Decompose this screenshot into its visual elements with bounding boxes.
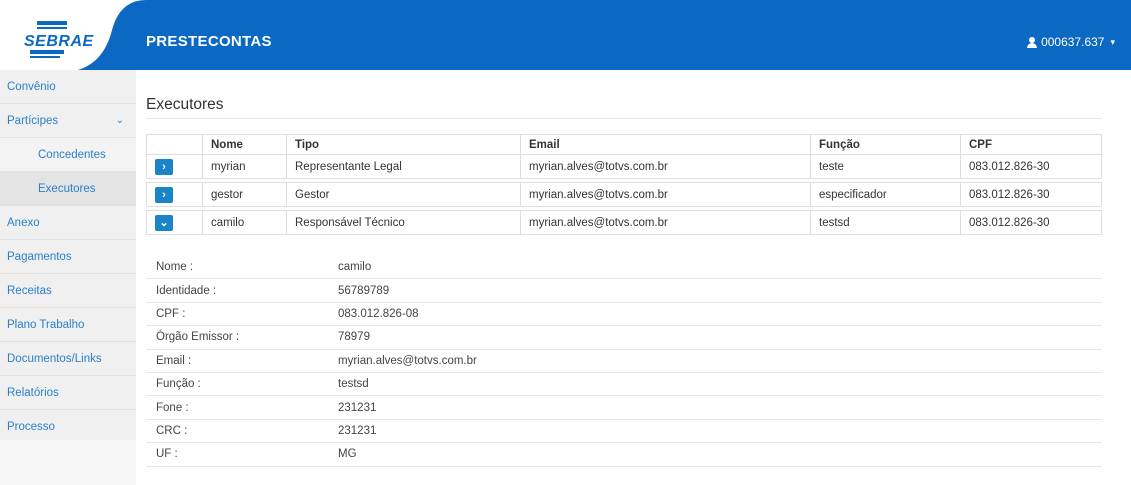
detail-label: UF : bbox=[156, 448, 178, 461]
cell-cpf: 083.012.826-30 bbox=[960, 154, 1102, 179]
sidebar-item-label: Anexo bbox=[7, 217, 40, 229]
top-navbar: SEBRAE PRESTECONTAS 000637.637 ▾ bbox=[0, 0, 1131, 70]
sidebar-item-convenio[interactable]: Convênio bbox=[0, 70, 136, 104]
user-menu[interactable]: 000637.637 ▾ bbox=[1027, 35, 1115, 49]
detail-label: Fone : bbox=[156, 401, 189, 414]
chevron-down-icon[interactable]: ⌄ bbox=[155, 214, 173, 231]
sidebar-item-receitas[interactable]: Receitas bbox=[0, 274, 136, 308]
sidebar-item-processo[interactable]: Processo bbox=[0, 410, 136, 444]
detail-value: 78979 bbox=[338, 331, 370, 344]
detail-row: Fone : 231231 bbox=[146, 396, 1102, 420]
detail-label: Identidade : bbox=[156, 284, 217, 297]
sidebar-item-label: Pagamentos bbox=[7, 251, 72, 263]
detail-value: 231231 bbox=[338, 424, 377, 437]
sidebar: Convênio Partícipes ⌄ Concedentes Executo… bbox=[0, 70, 136, 485]
detail-label: CPF : bbox=[156, 307, 186, 320]
cell-nome: camilo bbox=[202, 210, 287, 235]
sidebar-item-label: Receitas bbox=[7, 285, 52, 297]
executor-details-panel: Nome : camilo Identidade : 56789789 CPF : 0… bbox=[146, 256, 1102, 467]
detail-label: Nome : bbox=[156, 261, 194, 274]
header-tipo[interactable]: Tipo bbox=[286, 134, 521, 155]
sidebar-item-relatorios[interactable]: Relatórios bbox=[0, 376, 136, 410]
cell-nome: myrian bbox=[202, 154, 287, 179]
cell-tipo: Responsável Técnico bbox=[286, 210, 521, 235]
user-label: 000637.637 bbox=[1041, 35, 1105, 49]
sidebar-item-label: Convênio bbox=[7, 81, 56, 93]
cell-email: myrian.alves@totvs.com.br bbox=[520, 154, 811, 179]
expand-cell: › bbox=[146, 182, 203, 207]
cell-email: myrian.alves@totvs.com.br bbox=[520, 210, 811, 235]
sidebar-item-concedentes[interactable]: Concedentes bbox=[0, 138, 136, 172]
detail-value: myrian.alves@totvs.com.br bbox=[338, 354, 477, 367]
cell-nome: gestor bbox=[202, 182, 287, 207]
table-header-row: Nome Tipo Email Função CPF bbox=[146, 134, 1102, 155]
header-expand bbox=[146, 134, 203, 155]
table-row[interactable]: ⌄ camilo Responsável Técnico myrian.alve… bbox=[146, 210, 1102, 235]
logo-text: SEBRAE bbox=[24, 33, 94, 50]
detail-row: Email : myrian.alves@totvs.com.br bbox=[146, 350, 1102, 373]
sidebar-item-label: Documentos/Links bbox=[7, 353, 102, 365]
cell-email: myrian.alves@totvs.com.br bbox=[520, 182, 811, 207]
page-title: Executores bbox=[146, 96, 224, 113]
cell-tipo: Gestor bbox=[286, 182, 521, 207]
sidebar-item-label: Executores bbox=[38, 183, 96, 195]
cell-funcao: teste bbox=[810, 154, 961, 179]
executores-table: Nome Tipo Email Função CPF › myrian Repr… bbox=[146, 134, 1102, 235]
detail-value: camilo bbox=[338, 261, 372, 274]
detail-value: 231231 bbox=[338, 401, 377, 414]
header-email[interactable]: Email bbox=[520, 134, 811, 155]
sidebar-item-plano-trabalho[interactable]: Plano Trabalho bbox=[0, 308, 136, 342]
sidebar-item-participes[interactable]: Partícipes ⌄ bbox=[0, 104, 136, 138]
detail-label: Email : bbox=[156, 354, 192, 367]
expand-cell: › bbox=[146, 154, 203, 179]
chevron-down-icon: ⌄ bbox=[115, 115, 124, 126]
sebrae-logo[interactable]: SEBRAE bbox=[0, 0, 146, 70]
sidebar-footer bbox=[0, 440, 136, 485]
sidebar-item-pagamentos[interactable]: Pagamentos bbox=[0, 240, 136, 274]
sidebar-item-anexo[interactable]: Anexo bbox=[0, 206, 136, 240]
cell-funcao: testsd bbox=[810, 210, 961, 235]
cell-cpf: 083.012.826-30 bbox=[960, 210, 1102, 235]
cell-cpf: 083.012.826-30 bbox=[960, 182, 1102, 207]
cell-funcao: especificador bbox=[810, 182, 961, 207]
detail-row: CPF : 083.012.826-08 bbox=[146, 303, 1102, 327]
chevron-right-icon[interactable]: › bbox=[155, 158, 173, 175]
sidebar-item-label: Partícipes bbox=[7, 115, 59, 127]
sidebar-item-label: Plano Trabalho bbox=[7, 319, 85, 331]
header-nome[interactable]: Nome bbox=[202, 134, 287, 155]
detail-label: CRC : bbox=[156, 424, 188, 437]
sidebar-item-label: Concedentes bbox=[38, 149, 106, 161]
header-funcao[interactable]: Função bbox=[810, 134, 961, 155]
sidebar-item-documentos-links[interactable]: Documentos/Links bbox=[0, 342, 136, 376]
detail-row: CRC : 231231 bbox=[146, 420, 1102, 444]
sidebar-item-label: Processo bbox=[7, 421, 55, 433]
header-cpf[interactable]: CPF bbox=[960, 134, 1102, 155]
detail-row: UF : MG bbox=[146, 443, 1102, 467]
sidebar-item-executores[interactable]: Executores bbox=[0, 172, 136, 206]
detail-row: Nome : camilo bbox=[146, 256, 1102, 280]
caret-down-icon: ▾ bbox=[1110, 36, 1115, 47]
detail-value: MG bbox=[338, 448, 357, 461]
table-row[interactable]: › myrian Representante Legal myrian.alve… bbox=[146, 154, 1102, 179]
detail-value: 083.012.826-08 bbox=[338, 307, 419, 320]
detail-value: 56789789 bbox=[338, 284, 390, 297]
table-row[interactable]: › gestor Gestor myrian.alves@totvs.com.b… bbox=[146, 182, 1102, 207]
user-icon bbox=[1027, 36, 1038, 48]
detail-row: Órgão Emissor : 78979 bbox=[146, 326, 1102, 350]
detail-row: Identidade : 56789789 bbox=[146, 279, 1102, 303]
detail-label: Órgão Emissor : bbox=[156, 331, 240, 344]
detail-label: Função : bbox=[156, 378, 201, 391]
sidebar-item-label: Relatórios bbox=[7, 387, 59, 399]
detail-row: Função : testsd bbox=[146, 373, 1102, 397]
app-title[interactable]: PRESTECONTAS bbox=[146, 33, 272, 50]
divider bbox=[146, 118, 1102, 119]
cell-tipo: Representante Legal bbox=[286, 154, 521, 179]
chevron-right-icon[interactable]: › bbox=[155, 186, 173, 203]
expand-cell: ⌄ bbox=[146, 210, 203, 235]
detail-value: testsd bbox=[338, 378, 369, 391]
